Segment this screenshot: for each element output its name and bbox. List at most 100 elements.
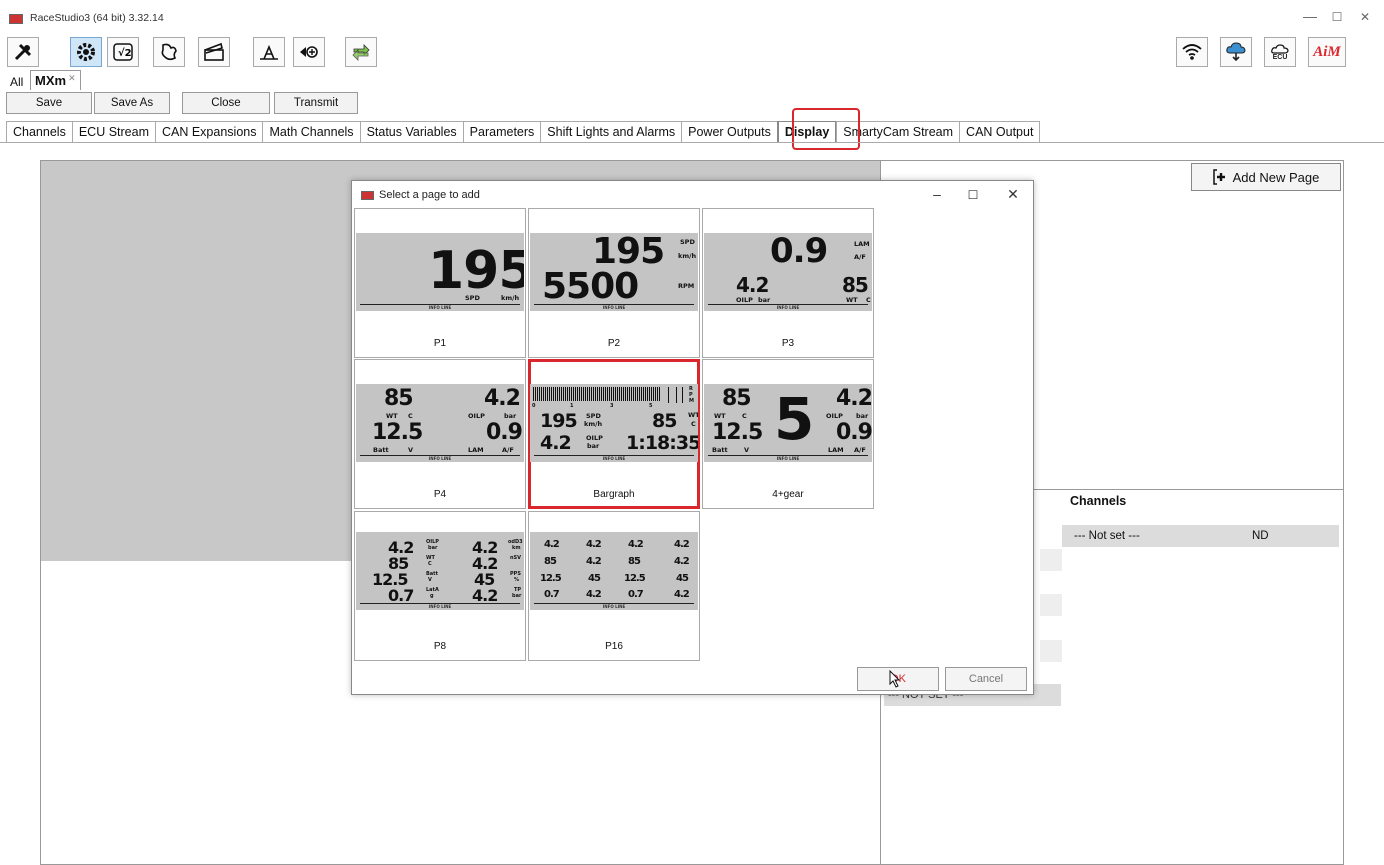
- tab-math-channels[interactable]: Math Channels: [262, 121, 361, 142]
- display-unit: bar: [587, 442, 600, 450]
- track-map-icon[interactable]: [153, 37, 185, 67]
- display-unit: A/F: [854, 446, 866, 454]
- tab-close-icon[interactable]: ✕: [68, 73, 76, 83]
- info-line-text: INFO LINE: [428, 305, 452, 310]
- bargraph-tick: 3: [610, 403, 614, 409]
- cancel-button[interactable]: Cancel: [945, 667, 1027, 691]
- page-card-4-gear[interactable]: 85 WT C 5 4.2 OILP bar 12.5 Batt V 0.9 L…: [702, 359, 874, 509]
- info-line-text: INFO LINE: [602, 604, 626, 609]
- ecu-cloud-icon[interactable]: ECU: [1264, 37, 1296, 67]
- config-tabs: Channels ECU Stream CAN Expansions Math …: [6, 121, 1041, 143]
- display-unit: OILP: [468, 412, 485, 420]
- wrench-screwdriver-icon[interactable]: [7, 37, 39, 67]
- info-line-text: INFO LINE: [428, 456, 452, 461]
- ecu-label: ECU: [1272, 53, 1288, 61]
- display-unit: SPD: [586, 412, 601, 420]
- display-value: 4.2: [544, 539, 560, 550]
- page-card-p8[interactable]: 4.2 OILP bar 4.2 odD3 km 85 WT C 4.2 nSV…: [354, 511, 526, 661]
- display-unit: WT: [714, 412, 726, 420]
- display-value: 4.2: [628, 539, 644, 550]
- display-unit: LAM: [468, 446, 484, 454]
- page-preview: 85 WT C 5 4.2 OILP bar 12.5 Batt V 0.9 L…: [704, 384, 872, 462]
- tab-mxm[interactable]: MXm ✕: [30, 70, 81, 90]
- save-button[interactable]: Save: [6, 92, 92, 114]
- close-window-button[interactable]: ✕: [1350, 10, 1380, 24]
- dialog-close-button[interactable]: ✕: [1002, 186, 1024, 203]
- lap-time-value: 1:18:35: [626, 432, 698, 454]
- page-preview: 85 WT C 4.2 OILP bar 12.5 Batt V 0.9 LAM…: [356, 384, 524, 462]
- display-value: 4.2: [836, 386, 872, 411]
- tab-can-output[interactable]: CAN Output: [959, 121, 1041, 142]
- display-value: 0.7: [544, 589, 560, 600]
- tab-status-variables[interactable]: Status Variables: [359, 121, 464, 142]
- gear-icon[interactable]: [70, 37, 102, 67]
- dashboard-data-icon[interactable]: [253, 37, 285, 67]
- tab-shift-lights-alarms[interactable]: Shift Lights and Alarms: [540, 121, 683, 142]
- display-value: 4.2: [586, 589, 602, 600]
- page-preview: 0.9 LAM A/F 4.2 OILP bar 85 WT C INFO LI…: [704, 233, 872, 311]
- display-unit: km/h: [501, 294, 520, 302]
- dialog-maximize-button[interactable]: ☐: [962, 188, 984, 202]
- page-card-p4[interactable]: 85 WT C 4.2 OILP bar 12.5 Batt V 0.9 LAM…: [354, 359, 526, 509]
- display-unit: OILP: [736, 296, 753, 304]
- tab-all[interactable]: All: [10, 75, 23, 89]
- tab-power-outputs[interactable]: Power Outputs: [681, 121, 778, 142]
- math-function-icon[interactable]: √2: [107, 37, 139, 67]
- channels-title: Channels: [1070, 494, 1127, 508]
- display-unit: V: [408, 446, 414, 454]
- maximize-button[interactable]: ☐: [1322, 10, 1352, 24]
- display-value: 85: [628, 556, 641, 567]
- info-line-text: INFO LINE: [776, 305, 800, 310]
- page-card-label: P4: [433, 489, 447, 500]
- page-card-bargraph[interactable]: 0 1 3 5 R P M 195 SPD km/h 85 WT C 4.2 O…: [528, 359, 700, 509]
- transmit-button[interactable]: Transmit: [274, 92, 358, 114]
- save-as-button[interactable]: Save As: [94, 92, 170, 114]
- info-line-text: INFO LINE: [602, 305, 626, 310]
- page-card-p2[interactable]: 195 SPD km/h 5500 RPM INFO LINE P2: [528, 208, 700, 358]
- page-card-label: P3: [781, 338, 795, 349]
- tab-can-expansions[interactable]: CAN Expansions: [154, 121, 264, 142]
- add-device-icon[interactable]: [293, 37, 325, 67]
- page-card-p16[interactable]: 4.2 4.2 4.2 4.2 85 4.2 85 4.2 12.5 45 12…: [528, 511, 700, 661]
- dialog-title: Select a page to add: [379, 189, 480, 201]
- page-card-label: Bargraph: [593, 489, 635, 500]
- display-unit: A/F: [502, 446, 514, 454]
- bargraph-marker: [682, 387, 683, 403]
- display-value: 12.5: [540, 573, 562, 584]
- page-card-label: P1: [433, 338, 447, 349]
- display-value: 4.2: [540, 432, 572, 454]
- bargraph-marker: [676, 387, 677, 403]
- video-clapper-icon[interactable]: [198, 37, 230, 67]
- hidden-row: [1040, 594, 1062, 616]
- tab-parameters[interactable]: Parameters: [462, 121, 542, 142]
- page-preview: 4.2 OILP bar 4.2 odD3 km 85 WT C 4.2 nSV…: [356, 532, 524, 610]
- document-tabs: All MXm ✕: [0, 70, 1384, 90]
- page-card-p1[interactable]: 195 SPD km/h INFO LINE P1: [354, 208, 526, 358]
- tab-ecu-stream[interactable]: ECU Stream: [71, 121, 156, 142]
- aim-logo[interactable]: AiM: [1308, 37, 1346, 67]
- cloud-download-icon[interactable]: [1220, 37, 1252, 67]
- dialog-minimize-button[interactable]: –: [926, 186, 948, 202]
- display-value: 85: [652, 410, 677, 432]
- select-page-dialog: Select a page to add – ☐ ✕ 195 SPD km/h …: [351, 180, 1034, 695]
- display-unit: LAM: [854, 240, 870, 248]
- page-card-p3[interactable]: 0.9 LAM A/F 4.2 OILP bar 85 WT C INFO LI…: [702, 208, 874, 358]
- display-unit: C: [866, 296, 871, 304]
- channel-row[interactable]: --- Not set --- ND: [1062, 525, 1339, 547]
- display-value: 4.2: [586, 539, 602, 550]
- main-toolbar: √2 ECU AiM: [0, 34, 1384, 70]
- bargraph-tick: 5: [649, 403, 653, 409]
- add-new-page-button[interactable]: Add New Page: [1191, 163, 1341, 191]
- aim-brand-text: AiM: [1313, 43, 1341, 60]
- transfer-arrows-icon[interactable]: [345, 37, 377, 67]
- display-value: 45: [676, 573, 689, 584]
- display-unit: bar: [856, 412, 869, 420]
- display-unit: bar: [512, 593, 522, 599]
- rpm-label: R P M: [689, 386, 694, 404]
- display-unit: V: [744, 446, 750, 454]
- display-unit: C: [408, 412, 413, 420]
- tab-channels[interactable]: Channels: [6, 121, 73, 142]
- wifi-icon[interactable]: [1176, 37, 1208, 67]
- close-button[interactable]: Close: [182, 92, 270, 114]
- minimize-button[interactable]: —: [1295, 8, 1325, 24]
